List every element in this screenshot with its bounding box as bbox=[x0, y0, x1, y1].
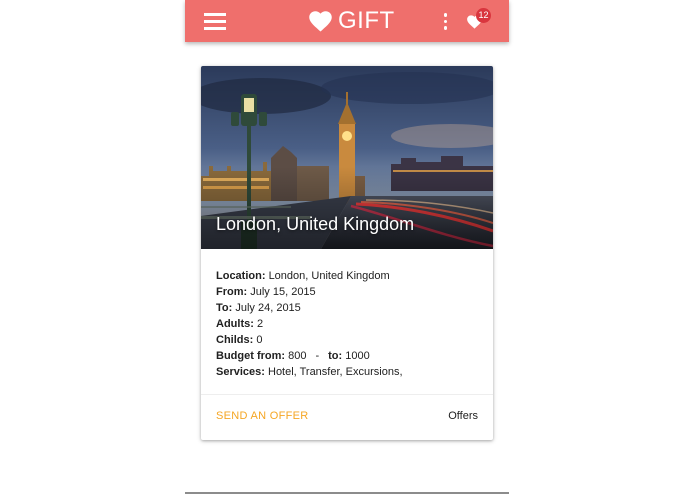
field-value: 2 bbox=[256, 318, 264, 330]
budget-separator: - bbox=[315, 350, 320, 362]
hero-image: London, United Kingdom bbox=[201, 66, 493, 249]
field-childs: Childs: 0 bbox=[216, 332, 403, 348]
menu-icon[interactable] bbox=[204, 13, 226, 30]
field-from: From: July 15, 2015 bbox=[216, 284, 403, 300]
budget-to-label: to: bbox=[328, 350, 343, 362]
field-value: July 15, 2015 bbox=[250, 286, 316, 298]
field-budget: Budget from: 800- to: 1000 bbox=[216, 348, 403, 364]
field-value: 0 bbox=[256, 334, 263, 346]
trip-card: London, United Kingdom Location: London,… bbox=[201, 66, 493, 440]
field-value: Hotel, Transfer, Excursions, bbox=[268, 366, 403, 378]
send-offer-button[interactable]: SEND AN OFFER bbox=[216, 410, 309, 422]
budget-to-value: 1000 bbox=[345, 350, 370, 362]
field-label: Location: bbox=[216, 270, 266, 282]
budget-from-label: Budget from: bbox=[216, 350, 286, 362]
trip-details: Location: London, United Kingdom From: J… bbox=[216, 268, 403, 380]
field-label: Adults: bbox=[216, 318, 254, 330]
more-vert-icon[interactable] bbox=[442, 13, 448, 30]
app-brand[interactable]: GIFT bbox=[309, 7, 395, 35]
field-value: July 24, 2015 bbox=[235, 302, 301, 314]
field-to: To: July 24, 2015 bbox=[216, 300, 403, 316]
field-value: London, United Kingdom bbox=[268, 270, 390, 282]
field-services: Services: Hotel, Transfer, Excursions, bbox=[216, 364, 403, 380]
field-label: Services: bbox=[216, 366, 265, 378]
hero-title: London, United Kingdom bbox=[216, 214, 415, 234]
field-adults: Adults: 2 bbox=[216, 316, 403, 332]
app-title: GIFT bbox=[338, 7, 395, 34]
offers-button[interactable]: Offers bbox=[448, 410, 478, 422]
favorites-count-badge: 12 bbox=[476, 8, 491, 23]
field-location: Location: London, United Kingdom bbox=[216, 268, 403, 284]
field-label: From: bbox=[216, 286, 248, 298]
favorites-button[interactable]: 12 bbox=[466, 8, 496, 35]
field-label: To: bbox=[216, 302, 233, 314]
card-divider bbox=[201, 394, 493, 395]
app-screen: GIFT 12 London, United Kingdom Location:… bbox=[185, 0, 509, 494]
budget-from-value: 800 bbox=[288, 350, 307, 362]
field-label: Childs: bbox=[216, 334, 254, 346]
app-bar: GIFT 12 bbox=[185, 0, 509, 42]
heart-icon bbox=[309, 10, 332, 32]
